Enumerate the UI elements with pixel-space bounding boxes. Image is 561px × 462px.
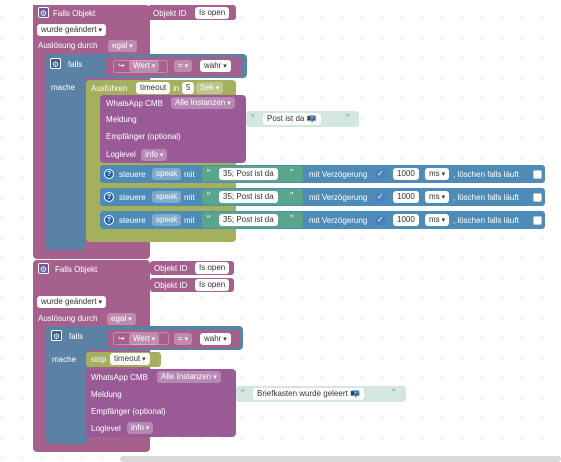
delay-ms-input[interactable]: 1000 (393, 214, 419, 226)
msg-label: Meldung (91, 390, 122, 399)
clear-checkbox[interactable] (533, 216, 542, 225)
with-label: mit (184, 216, 195, 225)
loglevel-label: Loglevel (106, 150, 136, 159)
trigger-by-dropdown[interactable]: egal (108, 40, 137, 52)
with-label: mit (184, 193, 195, 202)
trigger-dropdown[interactable]: wurde geändert (37, 24, 107, 36)
cond-value-dropdown[interactable]: wahr (200, 60, 231, 72)
unit-dropdown[interactable]: ms (425, 214, 450, 226)
control-target[interactable]: speak (152, 191, 182, 203)
wa-label: WhatsApp CMB (91, 373, 148, 382)
clear-checkbox[interactable] (533, 193, 542, 202)
cond-op-dropdown[interactable]: = (174, 60, 193, 72)
oid-value[interactable]: Is open (195, 262, 230, 274)
open-quote-icon: “ (251, 113, 255, 124)
trigger-by-label: Auslösung durch (38, 314, 98, 323)
help-icon[interactable]: ? (104, 215, 114, 225)
control-value[interactable]: 35; Post ist da (219, 191, 278, 203)
open-quote-icon: “ (207, 168, 211, 179)
wa-instance-dropdown[interactable]: Alle Instanzen (171, 97, 235, 109)
with-label: mit (184, 170, 195, 179)
control-label: steuere (119, 216, 146, 225)
msg-text[interactable]: Briefkasten wurde geleert 📭 (253, 388, 364, 400)
stop-timeout-dropdown[interactable]: timeout (110, 353, 150, 365)
event-label: Falls Objekt (53, 9, 96, 18)
stop-label: stop (91, 355, 107, 364)
control-value[interactable]: 35; Post ist da (219, 214, 278, 226)
delay-ms-input[interactable]: 1000 (393, 168, 419, 180)
delay-checkbox[interactable] (376, 215, 385, 225)
control-label: steuere (119, 170, 146, 179)
delay-label: mit Verzögerung (309, 170, 368, 179)
gear-icon[interactable]: ⚙ (38, 263, 49, 274)
cond-field-dropdown[interactable]: Wert (129, 60, 160, 72)
horizontal-scrollbar[interactable] (120, 456, 561, 462)
msg-label: Meldung (106, 115, 137, 124)
control-target[interactable]: speak (152, 214, 182, 226)
loglevel-label: Loglevel (91, 424, 121, 433)
run-label: Ausführen (91, 84, 128, 93)
cond-value-dropdown[interactable]: wahr (200, 333, 231, 345)
clear-label: , löschen falls läuft (453, 170, 519, 179)
delay-label: mit Verzögerung (309, 216, 368, 225)
loglevel-dropdown[interactable]: info (127, 422, 154, 434)
trigger-dropdown[interactable]: wurde geändert (37, 296, 107, 308)
arrow-icon: ↪ (118, 61, 125, 70)
open-quote-icon: “ (241, 388, 245, 399)
close-quote-icon: ” (346, 113, 350, 124)
oid-value[interactable]: Is open (195, 279, 230, 291)
if-label: falls (69, 332, 84, 341)
delay-unit-dropdown[interactable]: Sek (196, 82, 224, 94)
trigger-by-dropdown[interactable]: egal (107, 313, 136, 325)
cond-field-dropdown[interactable]: Wert (129, 333, 160, 345)
oid-label: Objekt ID (154, 264, 188, 273)
control-target[interactable]: speak (152, 168, 182, 180)
if-label: falls (68, 60, 83, 69)
delay-ms-input[interactable]: 1000 (393, 191, 419, 203)
arrow-icon: ↪ (118, 334, 125, 343)
help-icon[interactable]: ? (104, 192, 114, 202)
oid-label: Objekt ID (153, 9, 187, 18)
trigger-by-label: Auslösung durch (38, 41, 98, 50)
control-value[interactable]: 35; Post ist da (219, 168, 278, 180)
delay-label: mit Verzögerung (309, 193, 368, 202)
then-label: mache (51, 83, 76, 92)
gear-icon[interactable]: ⚙ (51, 330, 62, 341)
in-label: in (173, 84, 180, 93)
unit-dropdown[interactable]: ms (425, 191, 450, 203)
clear-checkbox[interactable] (533, 170, 542, 179)
recipient-label: Empfänger (optional) (106, 132, 181, 141)
wa-label: WhatsApp CMB (106, 99, 163, 108)
unit-dropdown[interactable]: ms (425, 168, 450, 180)
close-quote-icon: ” (290, 168, 294, 179)
recipient-label: Empfänger (optional) (91, 407, 166, 416)
close-quote-icon: ” (290, 191, 294, 202)
help-icon[interactable]: ? (104, 169, 114, 179)
clear-label: , löschen falls läuft (453, 193, 519, 202)
loglevel-dropdown[interactable]: info (141, 149, 168, 161)
timeout-name-input[interactable]: timeout (136, 82, 171, 94)
delay-checkbox[interactable] (376, 169, 385, 179)
wa-instance-dropdown[interactable]: Alle Instanzen (157, 371, 221, 383)
event-label: Falls Objekt (55, 265, 98, 274)
gear-icon[interactable]: ⚙ (50, 58, 61, 69)
oid-label: Objekt ID (154, 281, 188, 290)
gear-icon[interactable]: ⚙ (38, 7, 49, 18)
open-quote-icon: “ (207, 191, 211, 202)
msg-text[interactable]: Post ist da 📭 (263, 113, 321, 125)
then-label: mache (52, 355, 77, 364)
open-quote-icon: “ (207, 214, 211, 225)
control-label: steuere (119, 193, 146, 202)
cond-op-dropdown[interactable]: = (174, 333, 193, 345)
delay-input[interactable]: 5 (182, 82, 195, 94)
close-quote-icon: ” (392, 388, 396, 399)
oid-value[interactable]: Is open (195, 7, 230, 19)
delay-checkbox[interactable] (376, 192, 385, 202)
close-quote-icon: ” (290, 214, 294, 225)
clear-label: , löschen falls läuft (453, 216, 519, 225)
